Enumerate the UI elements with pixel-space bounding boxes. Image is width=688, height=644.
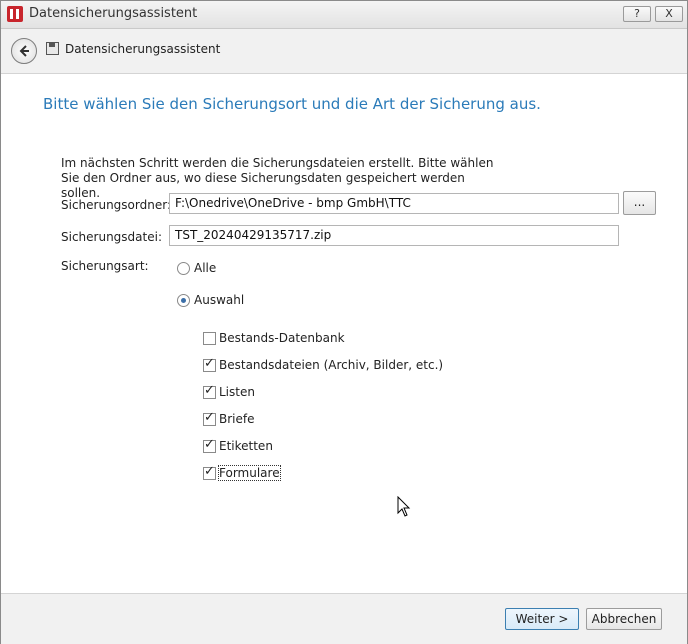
file-label: Sicherungsdatei:: [61, 230, 162, 244]
app-logo-icon: [7, 6, 23, 22]
radio-all-label[interactable]: Alle: [194, 261, 216, 275]
folder-label: Sicherungsordner:: [61, 198, 171, 212]
checkbox-label[interactable]: Bestandsdateien (Archiv, Bilder, etc.): [219, 358, 443, 372]
checkbox-listen[interactable]: ✓: [203, 383, 216, 399]
checkmark-icon: ✓: [204, 437, 215, 452]
radio-selection[interactable]: [177, 294, 190, 307]
mouse-pointer-icon: [397, 496, 411, 517]
checkbox-label[interactable]: Briefe: [219, 412, 255, 426]
checkbox-label[interactable]: Etiketten: [219, 439, 273, 453]
navigation-bar: Datensicherungsassistent: [1, 29, 687, 74]
browse-button[interactable]: ...: [623, 191, 656, 215]
file-input[interactable]: TST_20240429135717.zip: [169, 225, 619, 246]
radio-all[interactable]: [177, 262, 190, 275]
nav-title: Datensicherungsassistent: [65, 42, 221, 56]
folder-input[interactable]: F:\Onedrive\OneDrive - bmp GmbH\TTC: [169, 193, 619, 214]
help-button[interactable]: ?: [623, 6, 651, 22]
page-heading: Bitte wählen Sie den Sicherungsort und d…: [43, 95, 541, 113]
checkmark-icon: ✓: [204, 383, 215, 398]
checkbox-label[interactable]: Formulare: [218, 465, 281, 481]
checkmark-icon: ✓: [204, 356, 215, 371]
wizard-window: Datensicherungsassistent ? X Datensicher…: [0, 0, 688, 644]
checkbox-bestands-datenbank[interactable]: [203, 332, 216, 345]
checkbox-briefe[interactable]: ✓: [203, 410, 216, 426]
checkbox-label[interactable]: Listen: [219, 385, 255, 399]
cancel-button[interactable]: Abbrechen: [586, 608, 662, 630]
back-arrow-icon: [19, 45, 29, 57]
checkbox-bestandsdateien[interactable]: ✓: [203, 356, 216, 372]
next-button[interactable]: Weiter >: [505, 608, 579, 630]
checkbox-etiketten[interactable]: ✓: [203, 437, 216, 453]
radio-selection-label[interactable]: Auswahl: [194, 293, 244, 307]
footer-bar: Weiter > Abbrechen: [1, 593, 687, 644]
checkmark-icon: ✓: [204, 464, 215, 479]
close-button[interactable]: X: [655, 6, 683, 22]
title-bar: Datensicherungsassistent ? X: [1, 1, 687, 29]
save-disk-icon: [46, 42, 59, 55]
back-button[interactable]: [11, 38, 37, 64]
checkbox-label[interactable]: Bestands-Datenbank: [219, 331, 345, 345]
checkmark-icon: ✓: [204, 410, 215, 425]
window-title: Datensicherungsassistent: [29, 6, 198, 21]
type-label: Sicherungsart:: [61, 259, 149, 273]
checkbox-formulare[interactable]: ✓: [203, 464, 216, 480]
